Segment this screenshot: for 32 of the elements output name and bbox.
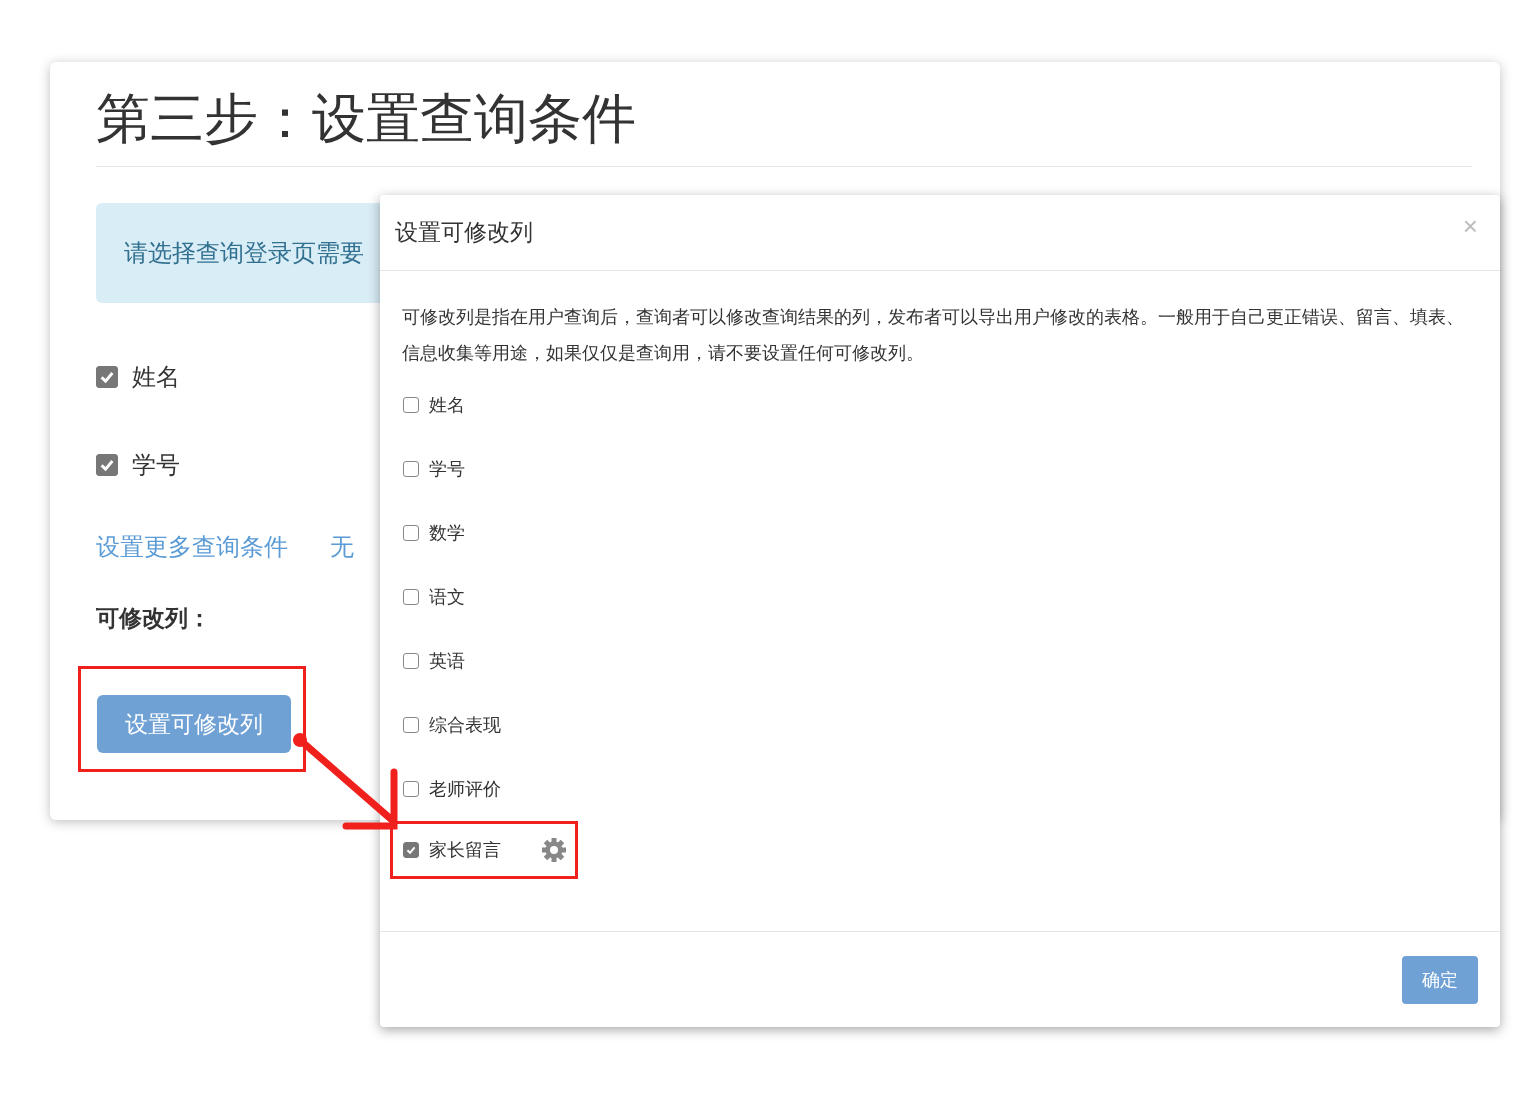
settings-icon[interactable] bbox=[541, 837, 567, 863]
page-title: 第三步：设置查询条件 bbox=[96, 84, 1472, 167]
link[interactable]: 设置更多查询条件 bbox=[96, 531, 288, 563]
checkbox[interactable] bbox=[403, 653, 419, 669]
checkbox-label: 姓名 bbox=[132, 362, 180, 393]
checkbox-label: 学号 bbox=[132, 450, 180, 481]
modal-title: 设置可修改列 bbox=[395, 218, 533, 247]
description-text: 可修改列是指在用户查询后，查询者可以修改查询结果的列，发布者可以导出用户修改的表格。一般用于自己更正错误、留言、填表、信息收集等用途，如果仅仅是查询用，请不要设置任何可修改列。 bbox=[402, 305, 1465, 365]
checkbox-label: 语文 bbox=[429, 585, 465, 609]
checkbox-label: 老师评价 bbox=[429, 777, 501, 801]
link[interactable]: 无 bbox=[330, 531, 354, 563]
checkbox-label: 综合表现 bbox=[429, 713, 501, 737]
checkbox[interactable] bbox=[403, 589, 419, 605]
checkbox[interactable] bbox=[403, 397, 419, 413]
checkbox[interactable] bbox=[403, 842, 419, 858]
checkbox[interactable] bbox=[403, 461, 419, 477]
checkbox-label: 学号 bbox=[429, 457, 465, 481]
checkbox-label: 数学 bbox=[429, 521, 465, 545]
close-button[interactable]: × bbox=[1458, 211, 1482, 242]
checkbox-label: 姓名 bbox=[429, 393, 465, 417]
checkmark-icon bbox=[405, 844, 417, 856]
checkbox[interactable] bbox=[403, 525, 419, 541]
checkbox-label: 英语 bbox=[429, 649, 465, 673]
checkbox[interactable] bbox=[96, 454, 118, 476]
confirm-button[interactable]: 确定 bbox=[1402, 955, 1478, 1004]
set-columns-button[interactable]: 设置可修改列 bbox=[97, 695, 291, 753]
checkbox[interactable] bbox=[96, 366, 118, 388]
alert-text: 请选择查询登录页需要 bbox=[124, 238, 364, 269]
checkbox[interactable] bbox=[403, 781, 419, 797]
section-label: 可修改列： bbox=[96, 604, 212, 633]
checkbox[interactable] bbox=[403, 717, 419, 733]
checkbox-label: 家长留言 bbox=[429, 838, 501, 862]
